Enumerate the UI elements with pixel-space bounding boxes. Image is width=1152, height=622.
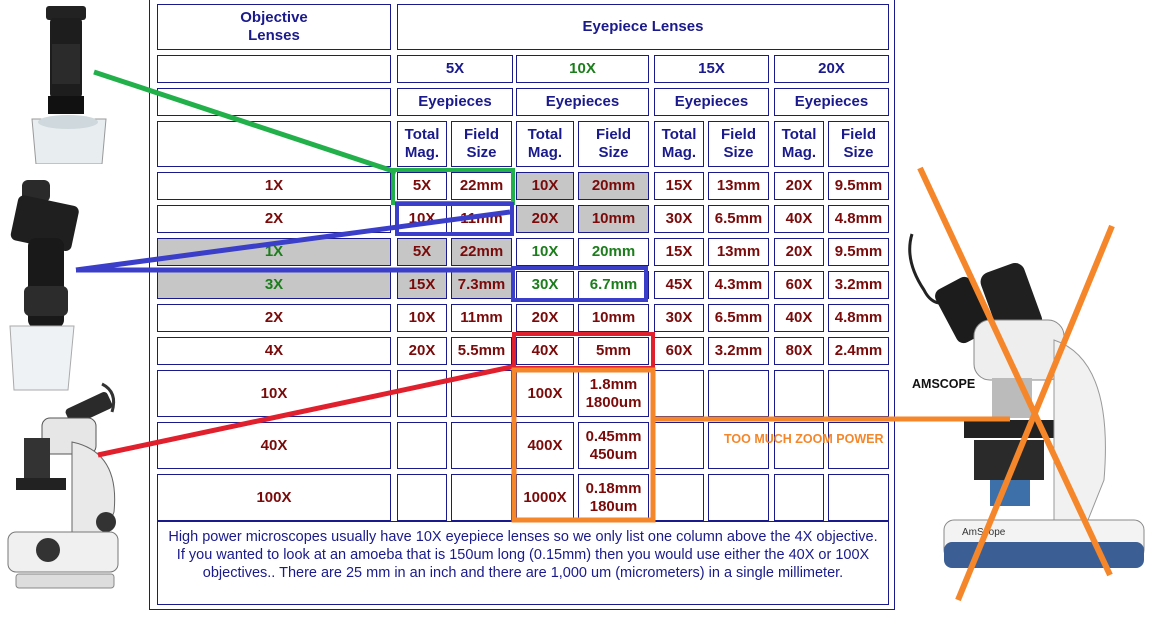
blue-highlight-box-2: [511, 266, 648, 302]
cross-line-1: [917, 166, 1113, 577]
red-connector-line: [97, 363, 517, 458]
green-highlight-box: [391, 168, 515, 205]
cross-line-2: [955, 224, 1115, 602]
orange-highlight-box: [511, 367, 656, 523]
red-highlight-box: [512, 332, 655, 370]
annotation-overlay: [75, 69, 1115, 602]
green-connector-line: [93, 69, 397, 175]
blue-connector-line-1: [75, 209, 511, 273]
